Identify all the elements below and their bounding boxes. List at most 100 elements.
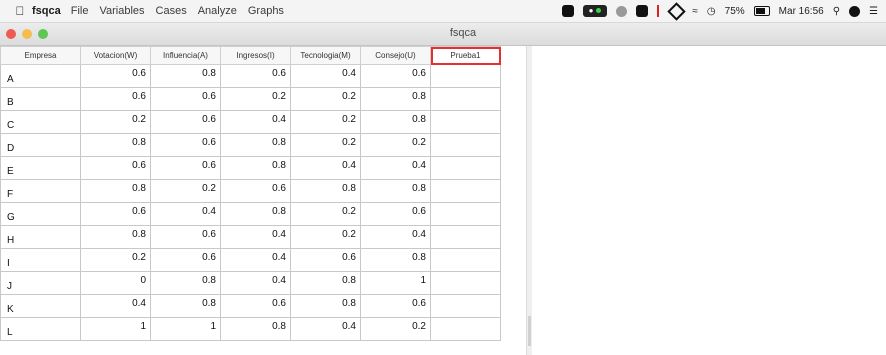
clock[interactable]: Mar 16:56 [779, 6, 824, 17]
data-cell[interactable]: 0.4 [220, 110, 291, 134]
divider-grip[interactable] [528, 316, 531, 346]
siri-icon[interactable] [849, 5, 861, 17]
data-cell[interactable] [430, 87, 501, 111]
data-cell[interactable]: 0.4 [150, 202, 221, 226]
menu-graphs[interactable]: Graphs [248, 5, 284, 17]
data-cell[interactable]: 0.8 [80, 179, 151, 203]
status-diamond-icon[interactable] [667, 1, 687, 21]
data-cell[interactable]: 0 [80, 271, 151, 295]
status-pause-icon[interactable] [657, 5, 660, 17]
data-cell[interactable]: 0.8 [220, 202, 291, 226]
row-name-cell[interactable]: D [0, 133, 81, 157]
wifi-icon[interactable]: ≈ [692, 6, 698, 17]
data-cell[interactable]: 0.8 [150, 271, 221, 295]
row-name-cell[interactable]: J [0, 271, 81, 295]
data-cell[interactable] [430, 179, 501, 203]
data-cell[interactable]: 0.4 [290, 317, 361, 341]
data-cell[interactable]: 0.2 [360, 133, 431, 157]
data-cell[interactable]: 0.2 [360, 317, 431, 341]
data-cell[interactable]: 0.2 [290, 202, 361, 226]
data-cell[interactable]: 1 [360, 271, 431, 295]
data-cell[interactable]: 0.6 [220, 294, 291, 318]
data-cell[interactable] [430, 294, 501, 318]
data-cell[interactable]: 0.6 [220, 64, 291, 88]
data-cell[interactable]: 0.2 [80, 248, 151, 272]
app-menu[interactable]: fsqca [32, 5, 61, 17]
row-name-cell[interactable]: G [0, 202, 81, 226]
column-header-influencia-a[interactable]: Influencia(A) [150, 46, 221, 65]
data-cell[interactable]: 0.6 [80, 87, 151, 111]
data-cell[interactable]: 0.4 [290, 156, 361, 180]
data-cell[interactable]: 0.8 [360, 248, 431, 272]
data-cell[interactable] [430, 64, 501, 88]
menu-file[interactable]: File [71, 5, 89, 17]
data-cell[interactable] [430, 225, 501, 249]
data-cell[interactable]: 0.8 [290, 179, 361, 203]
row-name-cell[interactable]: B [0, 87, 81, 111]
data-cell[interactable]: 0.4 [360, 225, 431, 249]
row-name-cell[interactable]: F [0, 179, 81, 203]
status-toggle-icon[interactable]: ● [582, 5, 608, 17]
data-cell[interactable] [430, 317, 501, 341]
data-cell[interactable]: 0.2 [290, 110, 361, 134]
data-cell[interactable]: 0.4 [80, 294, 151, 318]
data-cell[interactable]: 0.2 [220, 87, 291, 111]
data-cell[interactable]: 0.4 [220, 248, 291, 272]
time-machine-icon[interactable]: ◷ [707, 6, 716, 17]
row-name-cell[interactable]: E [0, 156, 81, 180]
data-cell[interactable]: 0.6 [150, 156, 221, 180]
data-cell[interactable]: 0.4 [290, 64, 361, 88]
data-cell[interactable]: 0.8 [150, 294, 221, 318]
data-cell[interactable] [430, 202, 501, 226]
data-cell[interactable]: 0.6 [150, 110, 221, 134]
column-header-votacion-w[interactable]: Votacion(W) [80, 46, 151, 65]
data-cell[interactable]: 0.8 [290, 271, 361, 295]
battery-icon[interactable] [753, 6, 770, 16]
data-cell[interactable]: 0.8 [360, 179, 431, 203]
data-cell[interactable]: 0.6 [150, 225, 221, 249]
data-cell[interactable]: 0.8 [80, 133, 151, 157]
data-cell[interactable]: 0.6 [80, 156, 151, 180]
data-cell[interactable]: 0.2 [150, 179, 221, 203]
menu-cases[interactable]: Cases [156, 5, 187, 17]
notification-center-icon[interactable]: ☰ [869, 6, 878, 17]
data-cell[interactable]: 0.8 [360, 110, 431, 134]
data-cell[interactable] [430, 248, 501, 272]
menu-analyze[interactable]: Analyze [198, 5, 237, 17]
row-name-cell[interactable]: I [0, 248, 81, 272]
data-cell[interactable] [430, 156, 501, 180]
data-cell[interactable] [430, 110, 501, 134]
data-cell[interactable]: 0.6 [150, 248, 221, 272]
data-cell[interactable]: 0.4 [220, 271, 291, 295]
data-cell[interactable]: 0.8 [220, 133, 291, 157]
data-cell[interactable]: 0.6 [360, 202, 431, 226]
data-cell[interactable]: 0.8 [220, 317, 291, 341]
status-gray-icon[interactable] [616, 5, 628, 17]
row-name-cell[interactable]: L [0, 317, 81, 341]
column-header-ingresos-i[interactable]: Ingresos(I) [220, 46, 291, 65]
data-cell[interactable]: 0.6 [80, 64, 151, 88]
data-cell[interactable]: 0.6 [150, 133, 221, 157]
data-cell[interactable]: 0.6 [360, 64, 431, 88]
row-name-cell[interactable]: H [0, 225, 81, 249]
data-cell[interactable]: 0.2 [290, 87, 361, 111]
data-cell[interactable] [430, 271, 501, 295]
data-cell[interactable]: 0.6 [290, 248, 361, 272]
data-cell[interactable]: 0.8 [290, 294, 361, 318]
column-header-empresa[interactable]: Empresa [0, 46, 81, 65]
data-cell[interactable]: 0.8 [150, 64, 221, 88]
data-cell[interactable] [430, 133, 501, 157]
column-header-tecnologia-m[interactable]: Tecnologia(M) [290, 46, 361, 65]
status-square-icon[interactable] [636, 5, 649, 17]
row-name-cell[interactable]: A [0, 64, 81, 88]
data-cell[interactable]: 0.4 [220, 225, 291, 249]
column-header-consejo-u[interactable]: Consejo(U) [360, 46, 431, 65]
row-name-cell[interactable]: C [0, 110, 81, 134]
data-cell[interactable]: 0.6 [360, 294, 431, 318]
data-cell[interactable]: 0.6 [150, 87, 221, 111]
data-cell[interactable]: 0.4 [360, 156, 431, 180]
status-app-icon[interactable] [561, 5, 574, 17]
row-name-cell[interactable]: K [0, 294, 81, 318]
data-cell[interactable]: 0.8 [80, 225, 151, 249]
data-cell[interactable]: 0.8 [360, 87, 431, 111]
